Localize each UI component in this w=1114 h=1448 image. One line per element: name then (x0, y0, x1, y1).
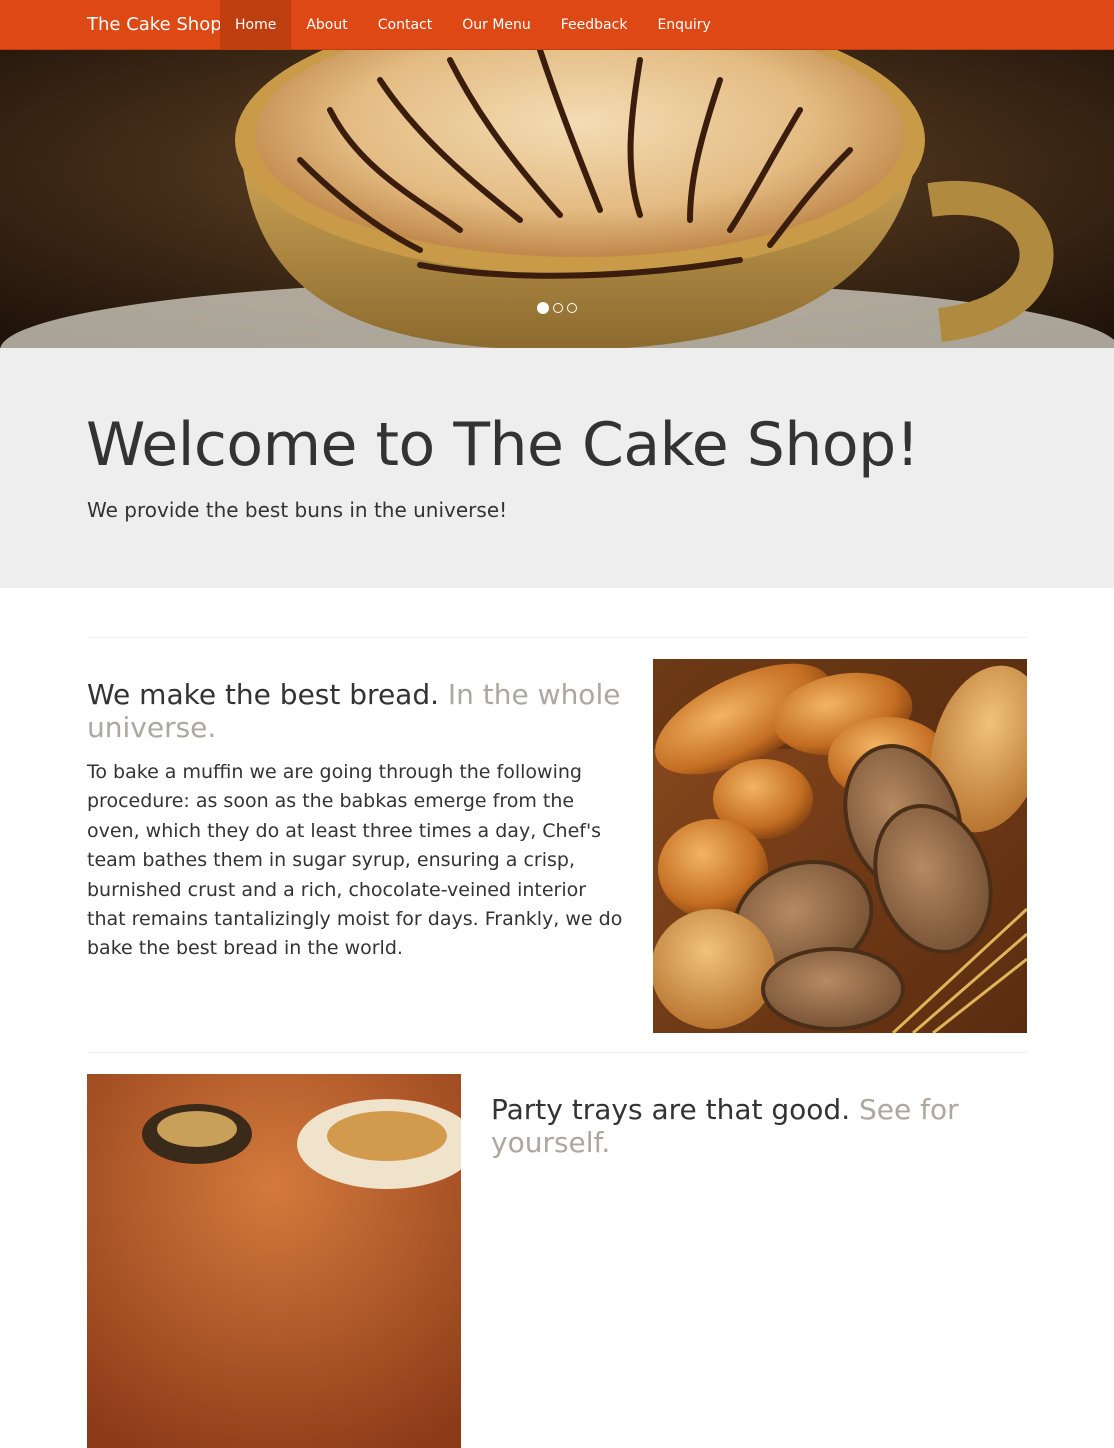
featurette-party-trays: Party trays are that good. See for yours… (491, 1093, 1031, 1159)
brand-link[interactable]: The Cake Shop (87, 0, 222, 50)
featurette-party-tray-image (87, 1074, 461, 1448)
nav-item-about[interactable]: About (291, 0, 362, 50)
featurette-bread-image (653, 659, 1027, 1033)
navbar: The Cake Shop Home About Contact Our Men… (0, 0, 1114, 50)
hero-carousel[interactable] (0, 50, 1114, 348)
carousel-indicator-2[interactable] (553, 303, 563, 313)
featurette-divider (87, 637, 1027, 638)
carousel-indicator-1[interactable] (537, 302, 549, 314)
nav-menu: Home About Contact Our Menu Feedback Enq… (220, 0, 726, 50)
nav-item-feedback[interactable]: Feedback (546, 0, 643, 50)
nav-item-contact[interactable]: Contact (363, 0, 447, 50)
jumbotron-subtitle: We provide the best buns in the universe… (87, 498, 508, 522)
carousel-indicators (0, 302, 1114, 314)
featurette-heading: We make the best bread. In the whole uni… (87, 678, 627, 744)
featurette-bread: We make the best bread. In the whole uni… (87, 678, 627, 964)
featurette-heading: Party trays are that good. See for yours… (491, 1093, 1031, 1159)
jumbotron-title: Welcome to The Cake Shop! (86, 410, 920, 480)
featurette-heading-main: Party trays are that good. (491, 1093, 851, 1126)
jumbotron: Welcome to The Cake Shop! We provide the… (0, 348, 1114, 588)
nav-item-home[interactable]: Home (220, 0, 292, 50)
featurette-heading-main: We make the best bread. (87, 678, 439, 711)
featurette-text: To bake a muffin we are going through th… (87, 761, 623, 960)
carousel-indicator-3[interactable] (567, 303, 577, 313)
nav-item-enquiry[interactable]: Enquiry (642, 0, 725, 50)
nav-item-our-menu[interactable]: Our Menu (447, 0, 546, 50)
featurette-divider (87, 1052, 1027, 1053)
